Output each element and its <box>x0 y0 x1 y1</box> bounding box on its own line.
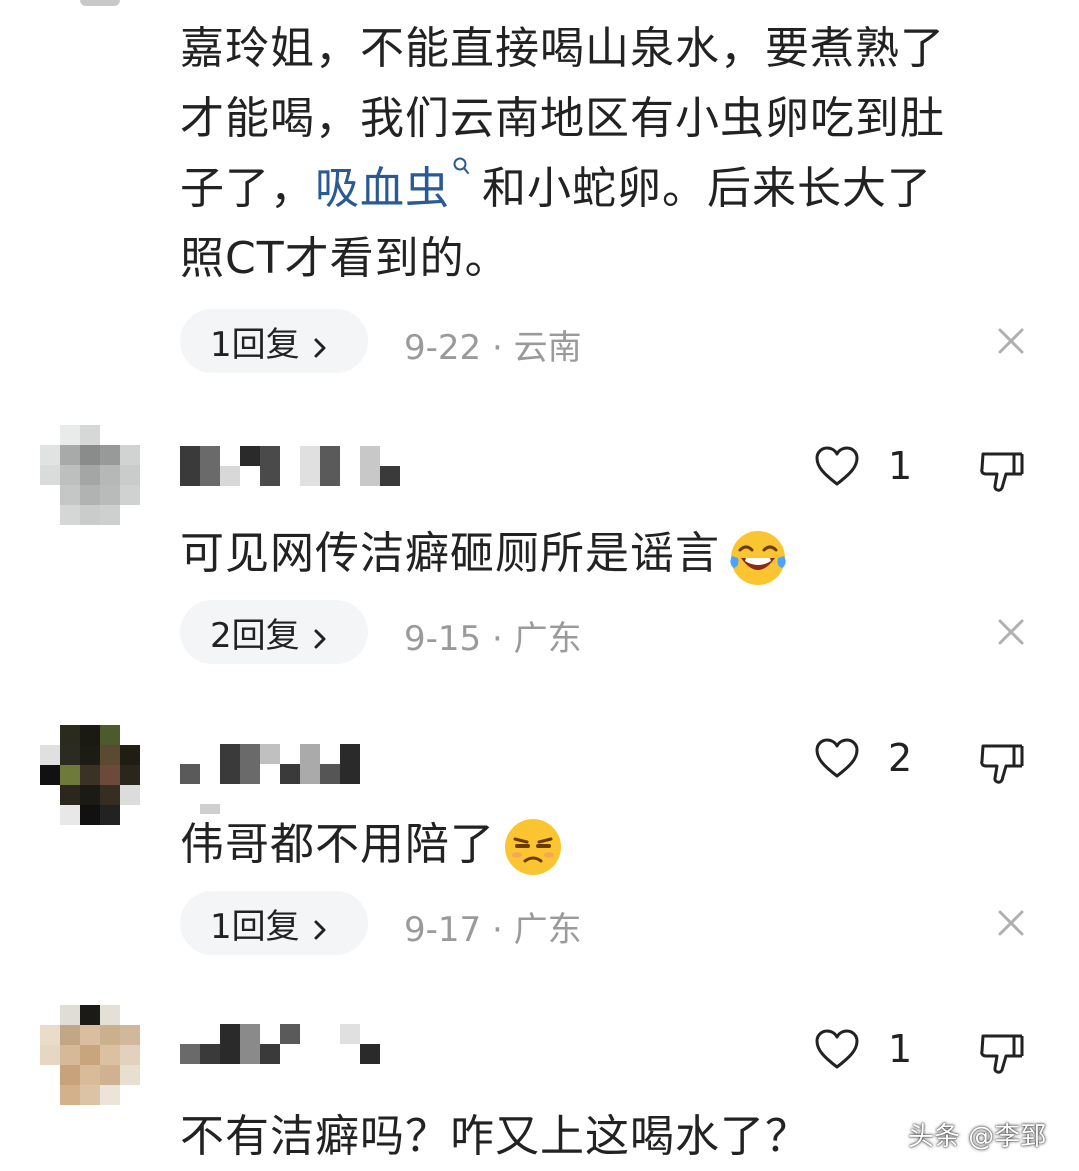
like-count: 1 <box>888 1027 913 1071</box>
like-count: 2 <box>888 736 913 780</box>
comment-text: 伟哥都不用陪了 <box>180 808 565 879</box>
comment-meta: 9-15 · 广东 <box>404 619 582 659</box>
replies-label: 1回复 <box>210 906 300 947</box>
chevron-right-icon <box>310 329 330 358</box>
laugh-cry-emoji <box>730 531 786 585</box>
avatar[interactable] <box>40 425 140 525</box>
like-button[interactable]: 1 <box>814 444 912 488</box>
dislike-icon[interactable] <box>978 1030 1026 1078</box>
comment-body-line: 嘉玲姐，不能直接喝山泉水，要煮熟了 <box>180 23 945 74</box>
comment-body-line: 照CT才看到的。 <box>180 233 510 284</box>
like-button[interactable]: 2 <box>814 736 912 780</box>
like-button[interactable]: 1 <box>814 1027 912 1071</box>
dislike-icon[interactable] <box>978 740 1026 788</box>
username-blurred[interactable] <box>180 446 400 486</box>
avatar[interactable] <box>40 725 140 825</box>
close-icon[interactable] <box>996 326 1026 356</box>
avatar-partial <box>80 0 120 6</box>
comment-body-line: 子了，吸血虫 和小蛇卵。后来长大了 <box>180 154 932 224</box>
comment-body-text: 伟哥都不用陪了 <box>180 819 495 870</box>
username-blurred[interactable] <box>180 1024 380 1064</box>
comment-body-line: 才能喝，我们云南地区有小虫卵吃到肚 <box>180 93 945 144</box>
comment-text: 不有洁癖吗？咋又上这喝水了？ <box>180 1111 810 1162</box>
close-icon[interactable] <box>996 908 1026 938</box>
replies-label: 1回复 <box>210 324 300 365</box>
replies-label: 2回复 <box>210 615 300 656</box>
replies-button[interactable]: 1回复 <box>180 309 368 373</box>
comment-meta: 9-17 · 广东 <box>404 910 582 950</box>
replies-button[interactable]: 2回复 <box>180 600 368 664</box>
search-link[interactable]: 吸血虫 <box>315 163 450 214</box>
heart-icon <box>815 738 859 778</box>
replies-button[interactable]: 1回复 <box>180 891 368 955</box>
search-icon[interactable] <box>450 154 472 198</box>
avatar[interactable] <box>40 1005 140 1105</box>
close-icon[interactable] <box>996 617 1026 647</box>
unamused-emoji <box>505 819 561 875</box>
like-count: 1 <box>888 444 913 488</box>
dislike-icon[interactable] <box>978 448 1026 496</box>
comment-body-text: 和小蛇卵。后来长大了 <box>482 163 932 214</box>
chevron-right-icon <box>310 620 330 649</box>
chevron-right-icon <box>310 911 330 940</box>
comment-text: 可见网传洁癖砸厕所是谣言 <box>180 517 790 588</box>
heart-icon <box>815 1029 859 1069</box>
comment-body-text: 可见网传洁癖砸厕所是谣言 <box>180 528 720 579</box>
username-blurred[interactable] <box>180 744 360 784</box>
heart-icon <box>815 446 859 486</box>
comment-body-text: 子了， <box>180 163 315 214</box>
watermark: 头条 @李郅 <box>908 1122 1047 1152</box>
comment-meta: 9-22 · 云南 <box>404 328 582 368</box>
